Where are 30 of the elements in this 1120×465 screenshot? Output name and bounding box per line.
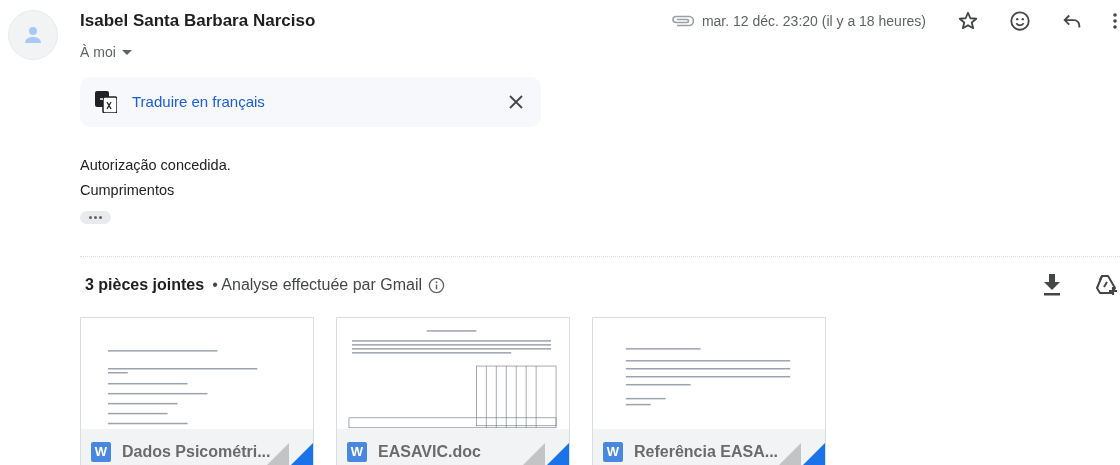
download-all-button[interactable] [1043, 274, 1061, 296]
translate-icon [95, 91, 117, 113]
message-text: Cumprimentos [80, 181, 176, 200]
attachment-name: Referência EASA... [634, 442, 779, 462]
close-button[interactable] [509, 95, 523, 109]
paperclip-icon [670, 15, 695, 27]
add-to-drive-button[interactable] [1094, 274, 1118, 296]
message-text: Autorização concedida. [80, 156, 232, 175]
info-icon [428, 276, 446, 294]
word-file-icon: W [603, 442, 623, 462]
sender-name: Isabel Santa Barbara Narciso [80, 10, 316, 33]
attachment-card[interactable]: W Dados Psicométri... [80, 317, 314, 465]
more-icon [1113, 13, 1117, 29]
attachment-name: EASAVIC.doc [378, 442, 481, 462]
attachments-count: 3 pièces jointes [85, 275, 205, 295]
caret-icon [121, 50, 132, 55]
email-date: mar. 12 déc. 23:20 (il y a 18 heures) [701, 11, 926, 31]
word-file-icon: W [91, 442, 111, 462]
emoji-button[interactable] [1008, 9, 1032, 33]
recipient-dropdown[interactable]: À moi [80, 42, 132, 63]
scan-note: • Analyse effectuée par Gmail [212, 275, 423, 295]
attachment-card[interactable]: W Referência EASA... [592, 317, 826, 465]
attachment-name: Dados Psicométri... [122, 442, 271, 462]
page-corner-icon [777, 443, 825, 465]
page-corner-icon [521, 443, 569, 465]
show-trimmed-content-button[interactable] [80, 211, 111, 224]
word-file-icon: W [347, 442, 367, 462]
attachment-card[interactable]: W EASAVIC.doc [336, 317, 570, 465]
translate-link[interactable]: Traduire en français [132, 90, 265, 114]
avatar-icon [8, 10, 58, 60]
